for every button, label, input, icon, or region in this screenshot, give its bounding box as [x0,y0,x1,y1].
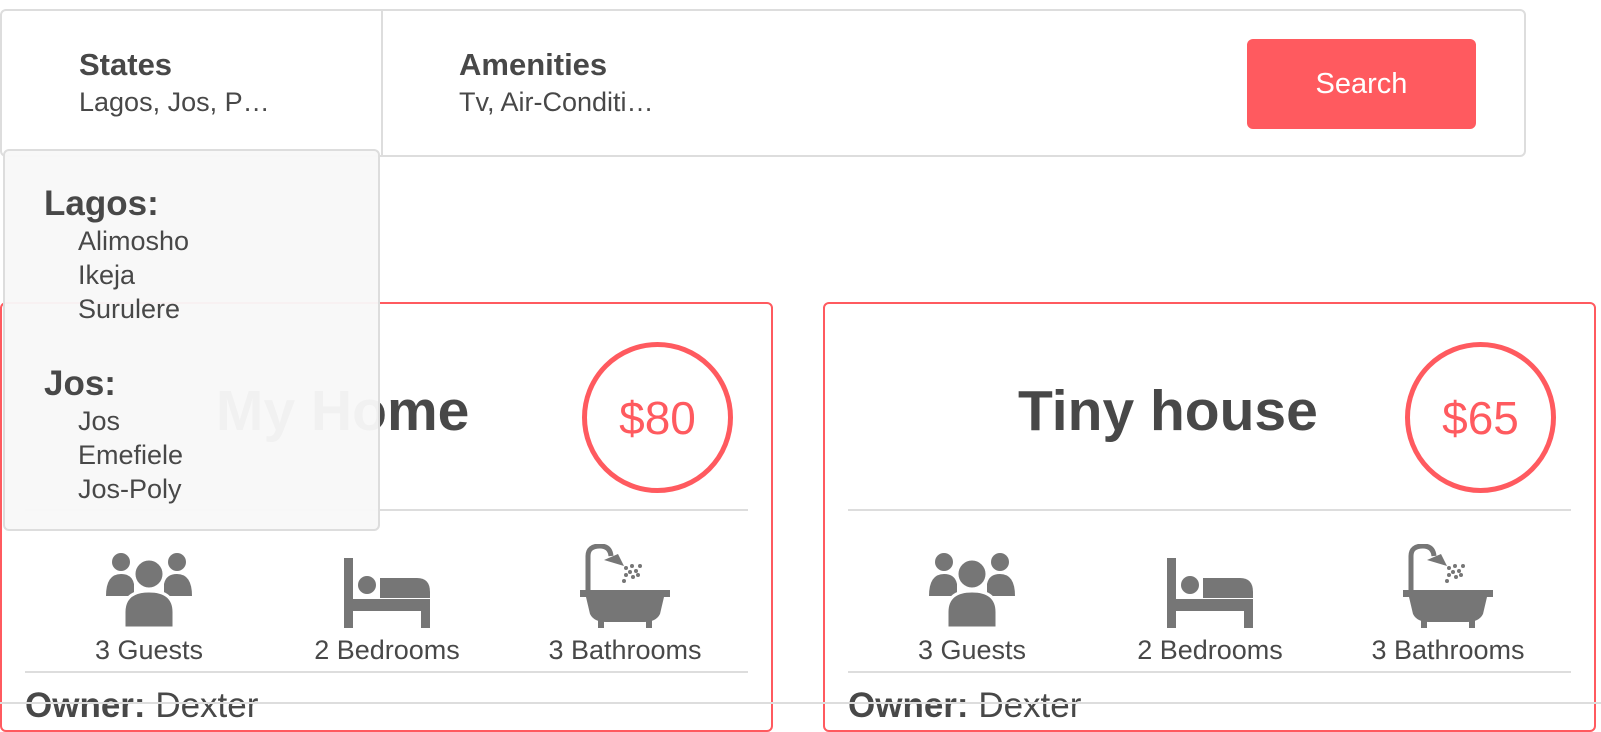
dropdown-state-lagos[interactable]: Lagos: [44,184,159,224]
bed-icon [1167,558,1253,628]
place-title: Tiny house [1018,379,1318,443]
group-icon [106,553,192,629]
bed-icon [344,558,430,628]
bathtub-icon [580,544,670,628]
dropdown-city-item[interactable]: Alimosho [78,226,189,257]
dropdown-city-item[interactable]: Jos [78,406,120,437]
owner-label: Owner: [848,686,969,725]
dropdown-city-item[interactable]: Jos-Poly [78,474,182,505]
bathrooms-label: 3 Bathrooms [548,635,702,665]
dropdown-city-item[interactable]: Surulere [78,294,180,325]
search-button[interactable]: Search [1247,39,1476,129]
filters-bar: States Lagos, Jos, P… Amenities Tv, Air-… [0,9,1526,157]
states-filter-value: Lagos, Jos, P… [79,87,270,117]
amenities-filter-title: Amenities [459,47,608,82]
guests-label: 3 Guests [94,635,204,665]
price-text: $80 [619,391,696,444]
owner-line: Owner: Dexter [848,686,1081,726]
dropdown-city-item[interactable]: Ikeja [78,260,135,291]
owner-name: Dexter [155,686,259,725]
divider [848,671,1571,673]
bathtub-icon [1403,544,1493,628]
owner-line: Owner: Dexter [25,686,258,726]
bedrooms-label: 2 Bedrooms [314,635,460,665]
bedrooms-info: 2 Bedrooms [1090,544,1330,666]
bedrooms-label: 2 Bedrooms [1137,635,1283,665]
bedrooms-info: 2 Bedrooms [267,544,507,666]
guests-info: 3 Guests [29,544,269,666]
owner-name: Dexter [978,686,1082,725]
dropdown-city-item[interactable]: Emefiele [78,440,183,471]
bathrooms-info: 3 Bathrooms [505,544,745,666]
divider [848,509,1571,511]
bathrooms-info: 3 Bathrooms [1328,544,1568,666]
bathrooms-label: 3 Bathrooms [1371,635,1525,665]
owner-label: Owner: [25,686,146,725]
price-badge: $65 [1405,342,1556,493]
states-dropdown: Lagos: Alimosho Ikeja Surulere Jos: Jos … [3,149,380,531]
states-filter[interactable]: States Lagos, Jos, P… [2,11,383,155]
price-text: $65 [1442,391,1519,444]
amenities-filter[interactable]: Amenities Tv, Air-Conditi… [383,11,843,155]
place-card: Tiny house $65 3 Guests 2 Bedrooms 3 Bat… [823,302,1596,732]
price-badge: $80 [582,342,733,493]
divider [25,671,748,673]
guests-label: 3 Guests [917,635,1027,665]
states-filter-title: States [79,47,173,82]
dropdown-state-jos[interactable]: Jos: [44,364,116,404]
amenities-filter-value: Tv, Air-Conditi… [459,87,654,117]
group-icon [929,553,1015,629]
guests-info: 3 Guests [852,544,1092,666]
